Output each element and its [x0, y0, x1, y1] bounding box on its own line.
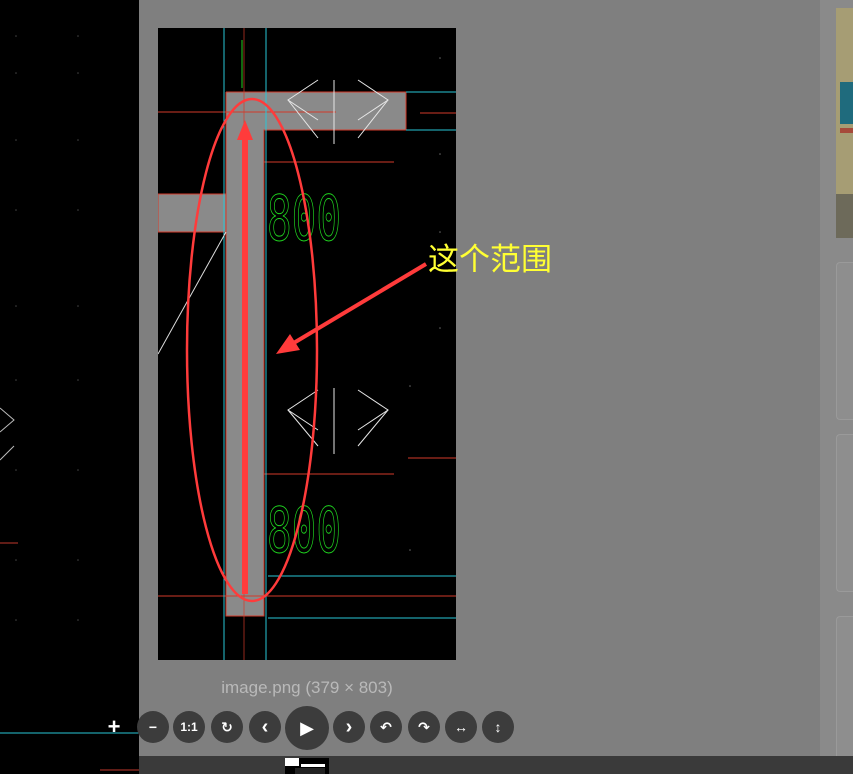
annotation-label: 这个范围 — [428, 242, 552, 278]
side-thumbnail-image — [836, 8, 853, 238]
chevron-left-icon: ‹ — [261, 715, 269, 738]
prev-button[interactable]: ‹ — [249, 711, 281, 743]
play-icon: ▶ — [300, 717, 314, 738]
reset-button[interactable]: ↻ — [211, 711, 243, 743]
side-card — [836, 616, 853, 768]
background-cad-drawing — [0, 35, 139, 771]
next-button[interactable]: › — [333, 711, 365, 743]
zoom-out-button[interactable]: − — [137, 711, 169, 743]
flip-horizontal-button[interactable]: ↔ — [445, 711, 477, 743]
play-button[interactable]: ▶ — [285, 706, 329, 750]
rotate-right-button[interactable]: ↷ — [408, 711, 440, 743]
pointer-arrow — [290, 262, 428, 346]
one-to-one-icon: 1:1 — [180, 720, 198, 734]
zoom-in-button[interactable]: + — [98, 711, 130, 743]
refresh-icon: ↻ — [221, 718, 233, 735]
rotate-left-button[interactable]: ↶ — [370, 711, 402, 743]
cad-drawing: 800 800 — [158, 28, 456, 660]
thumbnail-strip — [139, 756, 853, 774]
flip-vertical-button[interactable]: ↕ — [482, 711, 514, 743]
side-card — [836, 262, 853, 420]
wall-block — [158, 194, 226, 232]
rotate-right-icon: ↷ — [418, 718, 430, 735]
rotate-left-icon: ↶ — [380, 718, 392, 735]
arrows-horizontal-icon: ↔ — [454, 719, 468, 735]
chevron-right-icon: › — [345, 715, 353, 738]
thumbnail-item[interactable] — [285, 758, 329, 774]
actual-size-button[interactable]: 1:1 — [173, 711, 205, 743]
arrows-vertical-icon: ↕ — [494, 719, 502, 735]
viewed-image[interactable]: 800 800 — [158, 28, 456, 660]
background-cad-canvas — [0, 0, 139, 774]
minus-icon: − — [148, 719, 158, 735]
plus-icon: + — [107, 714, 121, 739]
image-caption: image.png (379 × 803) — [221, 678, 393, 697]
side-card — [836, 434, 853, 592]
